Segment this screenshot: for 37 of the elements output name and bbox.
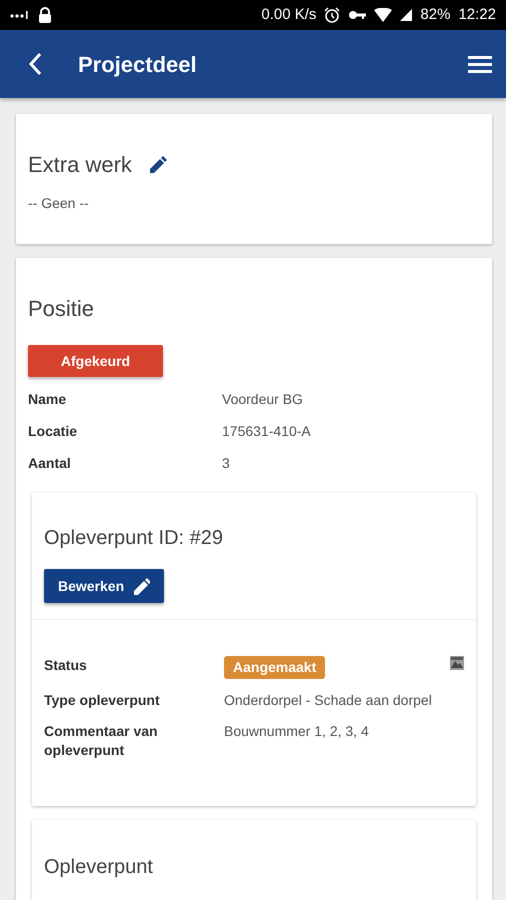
field-value: 3 bbox=[222, 454, 230, 473]
status-badge: Aangemaakt bbox=[224, 656, 326, 679]
edit-button[interactable] bbox=[148, 154, 168, 174]
field-value: Voordeur BG bbox=[222, 390, 303, 409]
field-label: Aantal bbox=[28, 454, 72, 473]
pencil-icon bbox=[132, 577, 150, 595]
menu-button[interactable] bbox=[468, 55, 492, 73]
field-label: Type opleverpunt bbox=[44, 691, 161, 710]
key-icon bbox=[348, 10, 366, 20]
wifi-icon bbox=[374, 8, 392, 22]
menu-icon bbox=[468, 55, 492, 73]
image-icon bbox=[450, 656, 464, 670]
speed-text: 0.00 K/s bbox=[261, 4, 316, 25]
cell-signal-icon bbox=[400, 9, 412, 21]
edit-button[interactable]: Bewerken bbox=[44, 569, 164, 603]
section-title: Extra werk bbox=[28, 151, 132, 179]
empty-value-text: -- Geen -- bbox=[28, 194, 90, 213]
alarm-icon bbox=[324, 7, 340, 23]
field-label: Locatie bbox=[28, 422, 78, 441]
card-title: Opleverpunt bbox=[44, 855, 154, 880]
field-value: Onderdorpel - Schade aan dorpel bbox=[224, 691, 433, 710]
clock-text: 12:22 bbox=[458, 4, 496, 25]
chevron-left-icon bbox=[28, 52, 42, 76]
field-label: Status bbox=[44, 656, 88, 675]
lock-icon bbox=[38, 7, 52, 23]
field-label: Name bbox=[28, 390, 68, 409]
back-button[interactable] bbox=[28, 52, 42, 76]
card-title: Opleverpunt ID: #29 bbox=[44, 526, 224, 551]
pencil-icon bbox=[148, 154, 168, 174]
field-value: 175631-410-A bbox=[222, 422, 311, 441]
battery-text: 82% bbox=[420, 4, 450, 25]
field-value: Bouwnummer 1, 2, 3, 4 bbox=[224, 722, 370, 741]
page-title: Projectdeel bbox=[78, 50, 197, 79]
section-title: Positie bbox=[28, 295, 96, 323]
signal-dots-icon bbox=[10, 10, 30, 20]
status-button[interactable]: Afgekeurd bbox=[28, 345, 163, 377]
field-label: Commentaar van opleverpunt bbox=[44, 722, 159, 760]
